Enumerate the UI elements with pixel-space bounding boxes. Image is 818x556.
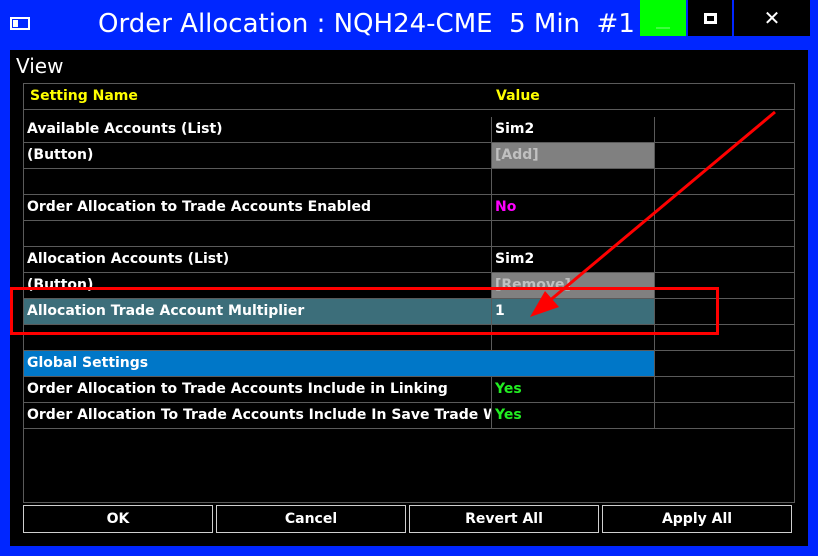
order-allocation-window: Order Allocation : NQH24-CME 5 Min #1 ✕ … [0, 0, 818, 556]
arrow-shaft [547, 110, 776, 304]
annotation-arrow [530, 110, 776, 317]
